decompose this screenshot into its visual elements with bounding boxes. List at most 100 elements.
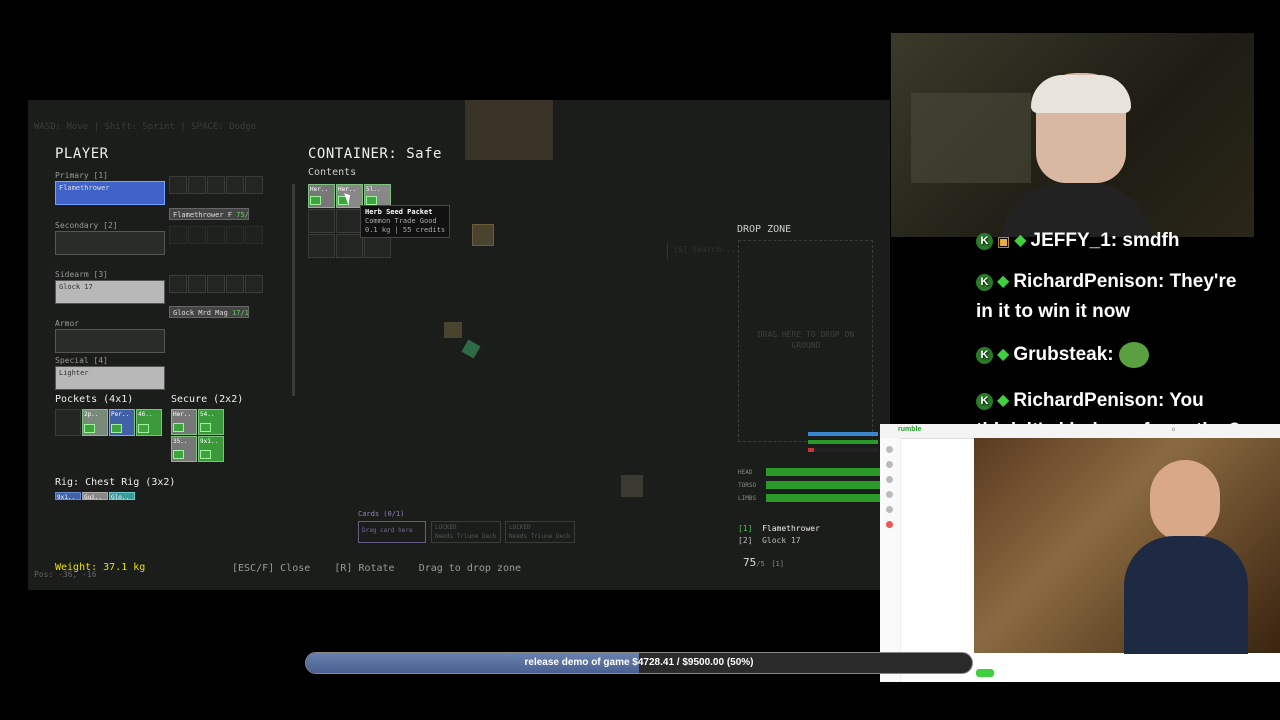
position-readout: Pos: -36, -16 <box>34 570 97 579</box>
head-health-bar <box>766 468 883 476</box>
video-player[interactable] <box>974 438 1280 654</box>
secure-item[interactable]: 54.. <box>198 409 224 435</box>
loot-box-prop <box>444 322 462 338</box>
mod-slot[interactable] <box>207 176 225 194</box>
secondary-weapon-slot[interactable] <box>55 231 165 255</box>
rumble-logo: rumble <box>898 426 922 433</box>
gift-icon: ▣ <box>997 233 1011 249</box>
weapon1-key: [1] <box>738 524 753 533</box>
card-drop-slot[interactable]: Drag card here <box>358 521 426 543</box>
primary-ammo-name: Flamethrower F <box>173 211 233 219</box>
pocket-slot[interactable] <box>55 409 81 436</box>
secure-item[interactable]: 35.. <box>171 436 197 462</box>
game-window[interactable]: WASD: Move | Shift: Sprint | SPACE: Dodg… <box>28 100 890 590</box>
check-icon <box>366 196 377 205</box>
mod-slot[interactable] <box>207 275 225 293</box>
mod-slot[interactable] <box>226 226 244 244</box>
sidearm-slot[interactable]: Glock 17 <box>55 280 165 304</box>
mod-slot[interactable] <box>226 275 244 293</box>
check-icon <box>84 424 95 433</box>
ammo-max: /5 <box>756 560 765 568</box>
subscriber-icon: ◆ <box>997 346 1010 363</box>
browser-toolbar: rumble ⌕ <box>880 424 1280 439</box>
secure-item[interactable]: Her.. <box>171 409 197 435</box>
tooltip-meta: 0.1 kg | 55 credits <box>365 226 446 234</box>
special-slot[interactable]: Lighter <box>55 366 165 390</box>
emote-icon <box>1118 342 1149 368</box>
sidearm-ammo-slot[interactable]: Glock Mrd Mag 17/17 <box>169 306 249 318</box>
weapon-hud: [1] Flamethrower [2] Glock 17 <box>738 523 820 547</box>
mod-slot[interactable] <box>169 176 187 194</box>
armor-slot[interactable] <box>55 329 165 353</box>
armor-label: Armor <box>55 319 80 328</box>
kick-badge-icon: K <box>976 392 993 410</box>
search-input[interactable]: [S] Search... <box>673 245 736 254</box>
secure-label: Secure (2x2) <box>171 394 244 405</box>
pocket-item[interactable]: 2p.. <box>82 409 108 436</box>
search-icon[interactable]: ⌕ <box>1171 425 1176 434</box>
player-scrollbar[interactable] <box>292 184 295 396</box>
body-status: HEAD TORSO LIMBS <box>738 466 883 504</box>
container-title: CONTAINER: Safe <box>308 146 442 162</box>
mod-slot[interactable] <box>169 275 187 293</box>
sidearm-ammo-count: 17/17 <box>232 309 249 317</box>
item-tooltip: Herb Seed Packet Common Trade Good 0.1 k… <box>360 205 451 238</box>
secure-item[interactable]: 9x1.. <box>198 436 224 462</box>
primary-weapon-slot[interactable]: Flamethrower <box>55 181 165 205</box>
check-icon <box>310 196 321 205</box>
ammo-counter: 75/5 [1] <box>743 556 784 569</box>
mod-slot[interactable] <box>226 176 244 194</box>
primary-ammo-slot[interactable]: Flamethrower F 75/75 <box>169 208 249 220</box>
rig-item[interactable]: Glo.. <box>109 492 135 500</box>
chat-username: RichardPenison: <box>1013 271 1165 293</box>
rig-grid: 9x1.. Gui.. Glo.. <box>55 492 135 500</box>
ammo-current: 75 <box>743 556 757 569</box>
rotate-hint: [R] Rotate <box>334 563 395 574</box>
container-slot[interactable] <box>308 234 335 258</box>
mod-slot[interactable] <box>188 176 206 194</box>
browser-window: rumble ⌕ <box>880 424 1280 682</box>
contents-label: Contents <box>308 167 357 178</box>
subscriber-icon: ◆ <box>1014 232 1027 249</box>
kick-badge-icon: K <box>976 346 993 364</box>
mod-slot[interactable] <box>245 226 263 244</box>
tooltip-name: Herb Seed Packet <box>365 208 433 216</box>
check-icon <box>111 424 122 433</box>
head-label: HEAD <box>738 468 753 476</box>
drag-hint: Drag to drop zone <box>418 563 522 574</box>
sidearm-label: Sidearm [3] <box>55 270 108 279</box>
pocket-item[interactable]: Per.. <box>109 409 135 436</box>
player-title: PLAYER <box>55 146 109 162</box>
pockets-grid: 2p.. Per.. 46.. <box>55 409 162 436</box>
tooltip-type: Common Trade Good <box>365 217 437 225</box>
loot-box-prop <box>472 224 494 246</box>
chat-message: K ▣ ◆ JEFFY_1: smdfh <box>976 226 1246 256</box>
rig-item[interactable]: Gui.. <box>82 492 108 500</box>
torso-health-bar <box>766 481 883 489</box>
mod-slot[interactable] <box>245 176 263 194</box>
chat-username: JEFFY_1: <box>1030 230 1118 252</box>
chat-username: RichardPenison: <box>1013 390 1165 412</box>
limbs-health-bar <box>766 494 883 502</box>
follow-button[interactable] <box>976 669 994 677</box>
webcam-background <box>911 93 1031 183</box>
container-slot[interactable] <box>308 209 335 233</box>
mod-slot[interactable] <box>188 226 206 244</box>
container-slot[interactable] <box>336 234 363 258</box>
pocket-item[interactable]: 46.. <box>136 409 162 436</box>
webcam-feed <box>891 33 1254 237</box>
donation-goal-bar: release demo of game $4728.41 / $9500.00… <box>305 652 973 674</box>
container-item[interactable]: Her.. <box>308 184 335 208</box>
primary-mods <box>169 176 263 194</box>
mod-slot[interactable] <box>245 275 263 293</box>
subscriber-icon: ◆ <box>997 273 1010 290</box>
check-icon <box>200 423 211 432</box>
mod-slot[interactable] <box>207 226 225 244</box>
mod-slot[interactable] <box>188 275 206 293</box>
mod-slot[interactable] <box>169 226 187 244</box>
primary-ammo-count: 75/75 <box>236 211 249 219</box>
container-slot[interactable] <box>336 209 363 233</box>
rig-item[interactable]: 9x1.. <box>55 492 81 500</box>
goal-text: release demo of game $4728.41 / $9500.00… <box>524 657 754 668</box>
drop-zone[interactable]: DRAG HERE TO DROP ON GROUND <box>738 240 873 442</box>
